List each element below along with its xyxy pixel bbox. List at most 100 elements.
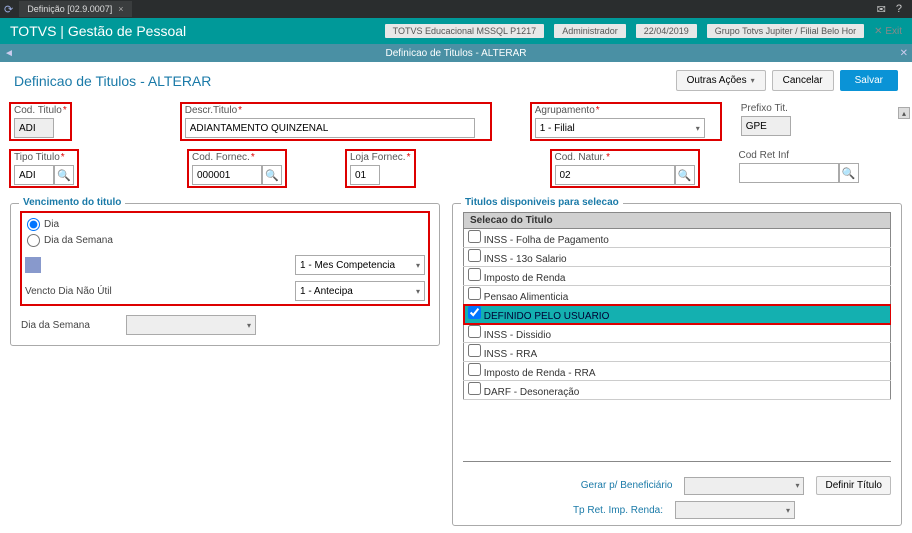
table-row[interactable]: DEFINIDO PELO USUARIO xyxy=(464,305,891,324)
cod-ret-input[interactable] xyxy=(739,163,839,183)
tipo-titulo-label: Tipo Titulo xyxy=(14,152,74,163)
cod-fornec-label: Cod. Fornec. xyxy=(192,152,282,163)
row-checkbox[interactable] xyxy=(468,363,481,376)
row-label: DEFINIDO PELO USUARIO xyxy=(481,311,609,322)
date-chip: 22/04/2019 xyxy=(636,24,697,38)
search-icon[interactable]: 🔍 xyxy=(262,165,282,185)
mail-icon[interactable]: ✉ xyxy=(877,3,886,16)
field-cod-natur: Cod. Natur. 🔍 xyxy=(551,150,699,187)
table-row[interactable]: Imposto de Renda - RRA xyxy=(464,362,891,381)
row-label: Imposto de Renda - RRA xyxy=(481,368,596,379)
cod-natur-input[interactable] xyxy=(555,165,675,185)
table-row[interactable]: INSS - RRA xyxy=(464,343,891,362)
table-row[interactable]: Imposto de Renda xyxy=(464,267,891,286)
app-header: TOTVS | Gestão de Pessoal TOTVS Educacio… xyxy=(0,18,912,44)
two-col: Vencimento do titulo Dia Dia da Semana 1… xyxy=(0,201,912,526)
cod-natur-label: Cod. Natur. xyxy=(555,152,695,163)
gerar-select[interactable] xyxy=(684,477,804,495)
tp-ret-select[interactable] xyxy=(675,501,795,519)
agrupamento-select[interactable]: 1 - Filial xyxy=(535,118,705,138)
tp-ret-label: Tp Ret. Imp. Renda: xyxy=(573,505,663,516)
row-label: INSS - Folha de Pagamento xyxy=(481,235,609,246)
app-title: TOTVS | Gestão de Pessoal xyxy=(10,23,186,39)
field-cod-fornec: Cod. Fornec. 🔍 xyxy=(188,150,286,187)
company-chip: Grupo Totvs Jupiter / Filial Belo Hor xyxy=(707,24,864,38)
vencto-select[interactable]: 1 - Antecipa xyxy=(295,281,425,301)
radio-dia[interactable]: Dia xyxy=(27,218,423,231)
descr-titulo-input[interactable] xyxy=(185,118,475,138)
scroll-up-icon[interactable]: ▴ xyxy=(898,107,910,119)
dia-semana-select[interactable] xyxy=(126,315,256,335)
dia-semana-label: Dia da Semana xyxy=(21,320,116,331)
row-checkbox[interactable] xyxy=(468,325,481,338)
form-area: ▴ Cod. Titulo Descr.Titulo Agrupamento 1… xyxy=(0,99,912,201)
table-row[interactable]: DARF - Desoneração xyxy=(464,381,891,400)
search-icon[interactable]: 🔍 xyxy=(675,165,695,185)
close-dialog-icon[interactable]: ✕ xyxy=(900,48,908,59)
prefixo-label: Prefixo Tit. xyxy=(741,103,791,114)
exit-button[interactable]: ✕ Exit xyxy=(874,26,902,37)
back-icon[interactable]: ◄ xyxy=(4,48,14,59)
radio-dia-semana[interactable]: Dia da Semana xyxy=(27,234,423,247)
table-row[interactable]: INSS - 13o Salario xyxy=(464,248,891,267)
table-row[interactable]: INSS - Folha de Pagamento xyxy=(464,229,891,248)
vencimento-fieldset: Vencimento do titulo Dia Dia da Semana 1… xyxy=(10,203,440,346)
row-checkbox[interactable] xyxy=(468,230,481,243)
dialog-title: Definicao de Titulos - ALTERAR xyxy=(386,48,527,59)
header-right: TOTVS Educacional MSSQL P1217 Administra… xyxy=(385,24,902,38)
env-chip: TOTVS Educacional MSSQL P1217 xyxy=(385,24,545,38)
mes-ref-select[interactable]: 1 - Mes Competencia xyxy=(295,255,425,275)
page-title-row: Definicao de Titulos - ALTERAR Outras Aç… xyxy=(0,62,912,99)
field-agrupamento: Agrupamento 1 - Filial xyxy=(531,103,721,140)
search-icon[interactable]: 🔍 xyxy=(54,165,74,185)
calendar-icon[interactable] xyxy=(25,257,41,273)
row-label: INSS - 13o Salario xyxy=(481,254,567,265)
cod-ret-label: Cod Ret Inf xyxy=(739,150,859,161)
table-row[interactable]: INSS - Dissidio xyxy=(464,324,891,343)
table-row[interactable]: Pensao Alimenticia xyxy=(464,286,891,305)
help-icon[interactable]: ? xyxy=(896,3,902,16)
tab-definicao[interactable]: Definição [02.9.0007] × xyxy=(19,1,131,17)
titulos-fieldset: Titulos disponiveis para selecao Selecao… xyxy=(452,203,902,526)
cod-fornec-input[interactable] xyxy=(192,165,262,185)
descr-titulo-label: Descr.Titulo xyxy=(185,105,487,116)
tipo-titulo-input[interactable] xyxy=(14,165,54,185)
system-icons: ✉ ? xyxy=(877,3,908,16)
prefixo-input[interactable] xyxy=(741,116,791,136)
field-prefixo: Prefixo Tit. xyxy=(741,103,791,140)
save-button[interactable]: Salvar xyxy=(840,70,898,91)
row-label: INSS - Dissidio xyxy=(481,330,551,341)
row-checkbox[interactable] xyxy=(468,344,481,357)
form-scrollbar[interactable]: ▴ xyxy=(898,107,910,119)
vencto-label: Vencto Dia Não Útil xyxy=(25,286,120,297)
row-label: DARF - Desoneração xyxy=(481,387,579,398)
row-label: INSS - RRA xyxy=(481,349,537,360)
field-cod-titulo: Cod. Titulo xyxy=(10,103,71,140)
dialog-titlebar: ◄ Definicao de Titulos - ALTERAR ✕ xyxy=(0,44,912,62)
cancel-button[interactable]: Cancelar xyxy=(772,70,834,91)
close-icon[interactable]: × xyxy=(118,4,123,14)
vencimento-radio-group: Dia Dia da Semana xyxy=(25,216,425,249)
row-checkbox[interactable] xyxy=(468,306,481,319)
field-loja-fornec: Loja Fornec. xyxy=(346,150,415,187)
titulos-legend: Titulos disponiveis para selecao xyxy=(461,197,623,208)
search-icon[interactable]: 🔍 xyxy=(839,163,859,183)
row-label: Imposto de Renda xyxy=(481,273,566,284)
field-cod-ret: Cod Ret Inf 🔍 xyxy=(739,150,859,187)
loja-fornec-input[interactable] xyxy=(350,165,380,185)
cod-titulo-input[interactable] xyxy=(14,118,54,138)
agrupamento-label: Agrupamento xyxy=(535,105,717,116)
titulos-table: Selecao do Titulo INSS - Folha de Pagame… xyxy=(463,212,891,400)
row-checkbox[interactable] xyxy=(468,382,481,395)
outras-acoes-button[interactable]: Outras Ações xyxy=(676,70,766,91)
user-chip: Administrador xyxy=(554,24,626,38)
row-checkbox[interactable] xyxy=(468,268,481,281)
cod-titulo-label: Cod. Titulo xyxy=(14,105,67,116)
row-checkbox[interactable] xyxy=(468,249,481,262)
field-descr-titulo: Descr.Titulo xyxy=(181,103,491,140)
refresh-icon[interactable]: ⟳ xyxy=(4,3,13,16)
tab-bar: ⟳ Definição [02.9.0007] × ✉ ? xyxy=(0,0,912,18)
row-checkbox[interactable] xyxy=(468,287,481,300)
loja-fornec-label: Loja Fornec. xyxy=(350,152,411,163)
definir-titulo-button[interactable]: Definir Título xyxy=(816,476,891,495)
